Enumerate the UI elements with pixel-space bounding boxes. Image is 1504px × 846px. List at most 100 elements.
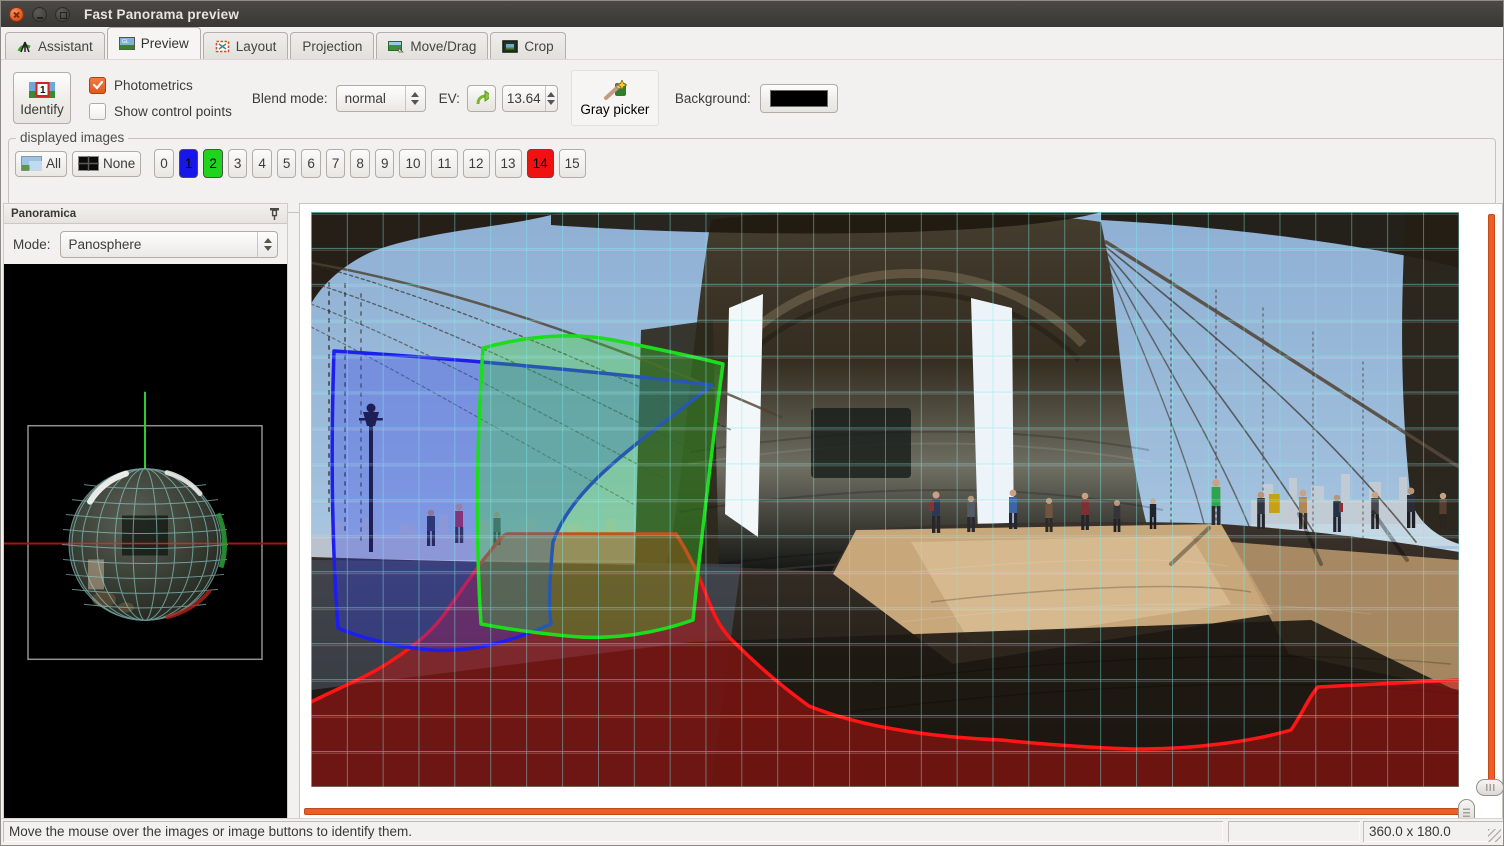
spinner-arrows-icon[interactable] <box>257 232 277 257</box>
tab-move-drag[interactable]: Move/Drag <box>376 32 488 59</box>
image-button-11[interactable]: 11 <box>431 149 457 178</box>
background-color-button[interactable] <box>760 84 838 113</box>
reset-ev-button[interactable] <box>467 85 496 112</box>
none-label: None <box>103 156 135 171</box>
panosphere-3d-view[interactable] <box>4 264 287 819</box>
tab-label: Crop <box>524 39 553 54</box>
image-buttons-row: All None 0 1 2 3 4 5 6 7 8 9 10 11 12 13… <box>15 149 586 178</box>
status-bar: Move the mouse over the images or image … <box>1 818 1503 845</box>
image-button-4[interactable]: 4 <box>252 149 272 178</box>
pano-size-value: 360.0 x 180.0 <box>1369 824 1451 839</box>
move-drag-icon <box>388 40 404 53</box>
gray-picker-label: Gray picker <box>580 102 649 117</box>
tab-label: Assistant <box>38 39 93 54</box>
assistant-icon <box>17 40 32 53</box>
pano-size-cell: 360.0 x 180.0 <box>1363 821 1503 842</box>
displayed-images-group: displayed images All None 0 1 2 3 4 5 6 … <box>8 138 1496 213</box>
image-button-3[interactable]: 3 <box>228 149 248 178</box>
identify-button[interactable]: 1 Identify <box>13 72 71 124</box>
show-none-button[interactable]: None <box>72 151 141 177</box>
pitch-slider-track[interactable] <box>1488 214 1495 784</box>
panorama-render <box>311 212 1459 787</box>
ev-label: EV: <box>439 91 460 106</box>
blend-mode-label: Blend mode: <box>252 91 328 106</box>
preview-toolbar: 1 Identify Photometrics Show control poi… <box>1 61 1503 135</box>
identify-icon: 1 <box>29 80 55 100</box>
layout-icon <box>215 40 230 53</box>
resize-grip[interactable] <box>1488 829 1501 842</box>
close-icon[interactable] <box>9 7 24 22</box>
tab-label: Move/Drag <box>410 39 476 54</box>
photometrics-checkbox[interactable]: Photometrics <box>89 77 232 94</box>
tab-assistant[interactable]: Assistant <box>5 32 105 59</box>
checkbox-group: Photometrics Show control points <box>89 77 232 120</box>
svg-text:GL: GL <box>122 39 129 45</box>
status-message-cell: Move the mouse over the images or image … <box>3 821 1223 842</box>
tab-label: Layout <box>236 39 277 54</box>
all-label: All <box>46 156 61 171</box>
panorama-canvas[interactable] <box>311 212 1459 787</box>
tab-label: Projection <box>302 39 362 54</box>
mode-value: Panosphere <box>61 237 257 252</box>
titlebar: Fast Panorama preview <box>1 1 1503 28</box>
yaw-slider-track[interactable] <box>304 808 1472 815</box>
projection-grid <box>311 212 1459 787</box>
displayed-images-legend: displayed images <box>16 130 128 145</box>
maximize-icon[interactable] <box>55 7 70 22</box>
image-button-0[interactable]: 0 <box>154 149 174 178</box>
tab-label: Preview <box>141 36 189 51</box>
identify-label: Identify <box>20 102 64 117</box>
image-button-5[interactable]: 5 <box>277 149 297 178</box>
photometrics-label: Photometrics <box>114 78 193 93</box>
panorama-preview-pane <box>299 203 1503 820</box>
image-button-7[interactable]: 7 <box>326 149 346 178</box>
all-images-icon <box>21 156 42 171</box>
image-button-2[interactable]: 2 <box>203 149 223 178</box>
tab-projection[interactable]: Projection <box>290 32 374 59</box>
ev-spinbox[interactable]: 13.64 <box>502 85 558 112</box>
blend-mode-select[interactable]: normal <box>336 85 426 112</box>
panosphere-render <box>4 264 287 819</box>
green-arrow-icon <box>474 90 489 106</box>
tab-crop[interactable]: Crop <box>490 32 565 59</box>
pin-icon[interactable] <box>269 207 280 221</box>
image-button-13[interactable]: 13 <box>495 149 522 178</box>
image-button-12[interactable]: 12 <box>463 149 490 178</box>
panel-header: Panoramica <box>4 204 287 224</box>
background-color-swatch <box>770 90 828 107</box>
panel-title: Panoramica <box>11 208 269 220</box>
tab-preview[interactable]: GL Preview <box>107 27 201 59</box>
fast-panorama-preview-window: { "window": { "title": "Fast Panorama pr… <box>0 0 1504 846</box>
show-control-points-label: Show control points <box>114 104 232 119</box>
image-button-1[interactable]: 1 <box>179 149 199 178</box>
image-button-10[interactable]: 10 <box>399 149 426 178</box>
spinner-arrows-icon[interactable] <box>545 86 557 111</box>
spinner-arrows-icon[interactable] <box>405 86 425 111</box>
background-label: Background: <box>675 91 751 106</box>
crop-icon <box>502 40 518 53</box>
image-button-14[interactable]: 14 <box>527 149 554 178</box>
image-button-15[interactable]: 15 <box>559 149 586 178</box>
blend-mode-value: normal <box>337 91 405 106</box>
mode-select[interactable]: Panosphere <box>60 231 278 258</box>
show-control-points-checkbox[interactable]: Show control points <box>89 103 232 120</box>
minimize-icon[interactable] <box>32 7 47 22</box>
window-title: Fast Panorama preview <box>84 7 239 22</box>
show-all-button[interactable]: All <box>15 151 67 177</box>
image-button-9[interactable]: 9 <box>375 149 395 178</box>
checkbox-checked-icon <box>89 77 106 94</box>
preview-gl-icon: GL <box>119 37 135 50</box>
mode-label: Mode: <box>13 237 51 252</box>
mode-row: Mode: Panosphere <box>4 224 287 264</box>
checkbox-unchecked-icon <box>89 103 106 120</box>
no-images-icon <box>78 156 99 171</box>
status-message: Move the mouse over the images or image … <box>9 824 412 839</box>
gray-picker-button[interactable]: Gray picker <box>571 70 659 126</box>
svg-text:1: 1 <box>40 85 46 96</box>
status-empty-cell <box>1228 821 1360 842</box>
tab-layout[interactable]: Layout <box>203 32 289 59</box>
image-button-6[interactable]: 6 <box>301 149 321 178</box>
image-button-8[interactable]: 8 <box>350 149 370 178</box>
pitch-slider-handle[interactable] <box>1476 779 1504 796</box>
tab-bar: Assistant GL Preview Layout Projection M… <box>1 27 1503 60</box>
